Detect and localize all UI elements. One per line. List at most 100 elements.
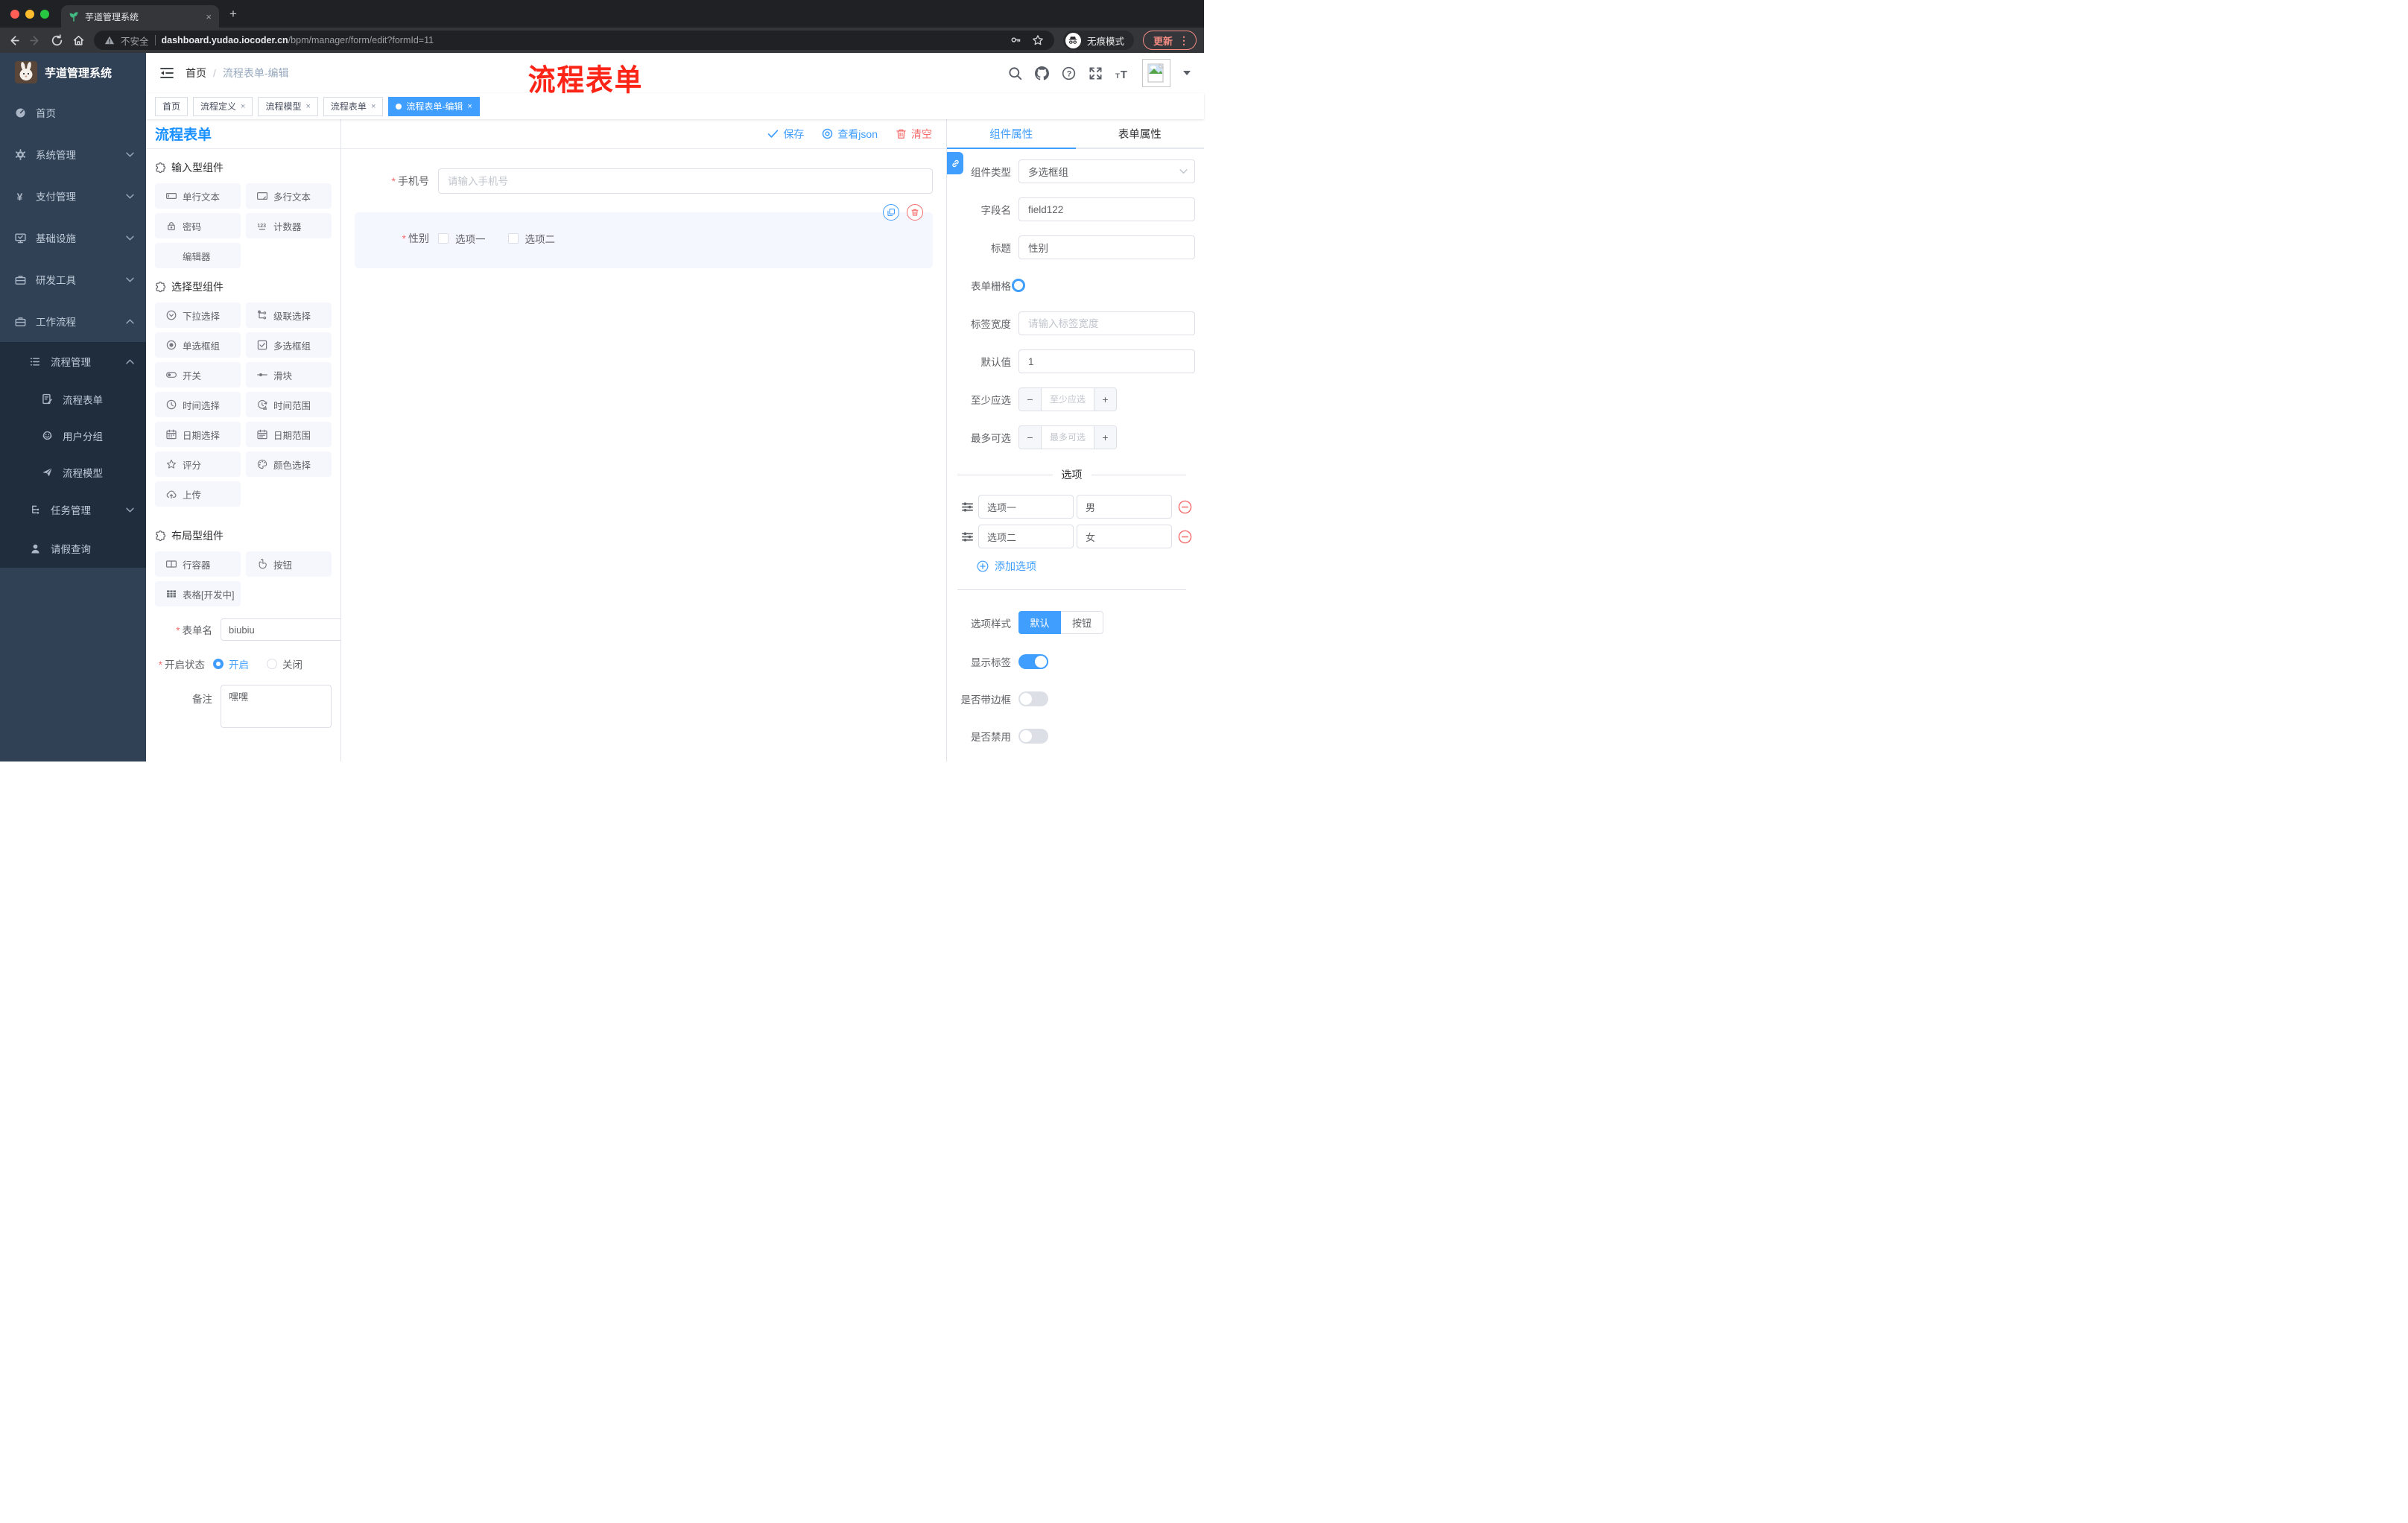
sidebar-item-process-mgmt[interactable]: 流程管理	[0, 342, 146, 381]
decrease-button[interactable]: −	[1019, 426, 1042, 449]
drag-handle-icon[interactable]	[961, 531, 974, 543]
new-tab-button[interactable]: +	[229, 7, 237, 22]
slider-handle[interactable]	[1012, 279, 1025, 292]
gender-option-2[interactable]: 选项二	[507, 231, 555, 246]
palette-item-single-text[interactable]: 单行文本	[155, 183, 241, 209]
font-size-icon[interactable]: TT	[1115, 66, 1129, 80]
tab-component-props[interactable]: 组件属性	[947, 119, 1076, 149]
sidebar-item-process-form[interactable]: 流程表单	[0, 381, 146, 417]
palette-item-date-picker[interactable]: 日期选择	[155, 422, 241, 447]
decrease-button[interactable]: −	[1019, 388, 1042, 411]
reload-icon[interactable]	[51, 34, 63, 47]
home-icon[interactable]	[72, 34, 85, 47]
palette-item-time-picker[interactable]: 时间选择	[155, 392, 241, 417]
remove-option-icon[interactable]	[1178, 530, 1192, 544]
palette-item-rate[interactable]: 评分	[155, 452, 241, 477]
bookmark-star-icon[interactable]	[1032, 34, 1044, 46]
field-name-input[interactable]	[1018, 197, 1195, 221]
increase-button[interactable]: +	[1094, 426, 1116, 449]
tab-form-props[interactable]: 表单属性	[1075, 119, 1204, 149]
option-value-input[interactable]	[1077, 495, 1172, 519]
back-icon[interactable]	[7, 34, 20, 47]
label-width-input[interactable]	[1018, 311, 1195, 335]
palette-item-switch[interactable]: 开关	[155, 362, 241, 387]
drag-handle-icon[interactable]	[961, 501, 974, 513]
close-window-button[interactable]	[10, 9, 19, 19]
tag-process-form-edit[interactable]: 流程表单-编辑 ×	[388, 96, 480, 116]
fullscreen-icon[interactable]	[1089, 66, 1103, 80]
palette-item-upload[interactable]: 上传	[155, 481, 241, 507]
tag-process-model[interactable]: 流程模型 ×	[258, 96, 318, 116]
palette-item-select[interactable]: 下拉选择	[155, 303, 241, 328]
option-value-input[interactable]	[1077, 525, 1172, 548]
palette-item-textarea[interactable]: 多行文本	[246, 183, 332, 209]
checkbox-icon[interactable]	[507, 233, 519, 244]
form-remark-textarea[interactable]: 嘿嘿	[221, 685, 332, 728]
app-logo[interactable]: 芋道管理系统	[0, 53, 146, 92]
palette-item-button[interactable]: 按钮	[246, 551, 332, 577]
max-select-input[interactable]	[1042, 426, 1094, 449]
minimize-window-button[interactable]	[25, 9, 34, 19]
github-icon[interactable]	[1035, 66, 1049, 80]
sidebar-item-system[interactable]: 系统管理	[0, 133, 146, 175]
sidebar-item-workflow[interactable]: 工作流程	[0, 300, 146, 342]
page-url[interactable]: dashboard.yudao.iocoder.cn/bpm/manager/f…	[162, 35, 434, 45]
show-label-toggle[interactable]	[1018, 654, 1048, 669]
palette-item-color-picker[interactable]: 颜色选择	[246, 452, 332, 477]
view-json-button[interactable]: 查看json	[822, 127, 878, 142]
zoom-window-button[interactable]	[40, 9, 49, 19]
avatar-caret-icon[interactable]	[1183, 71, 1191, 75]
option-text-input[interactable]	[978, 495, 1074, 519]
status-radio-off[interactable]: 关闭	[267, 656, 302, 671]
add-option-button[interactable]: 添加选项	[977, 559, 1195, 574]
checkbox-icon[interactable]	[438, 233, 449, 244]
style-default-button[interactable]: 默认	[1018, 611, 1061, 634]
option-text-input[interactable]	[978, 525, 1074, 548]
palette-item-counter[interactable]: 123 计数器	[246, 213, 332, 238]
default-value-input[interactable]	[1018, 349, 1195, 373]
avatar[interactable]	[1142, 59, 1170, 87]
collapse-sidebar-icon[interactable]	[159, 66, 174, 80]
tag-close-icon[interactable]: ×	[467, 102, 472, 111]
browser-tab[interactable]: 芋道管理系统 ×	[61, 5, 219, 28]
phone-input[interactable]	[438, 168, 933, 194]
breadcrumb-home[interactable]: 首页	[186, 66, 206, 80]
forward-icon[interactable]	[29, 34, 42, 47]
palette-item-checkbox-group[interactable]: 多选框组	[246, 332, 332, 358]
status-radio-on[interactable]: 开启	[213, 656, 249, 671]
remove-option-icon[interactable]	[1178, 500, 1192, 514]
tag-process-definition[interactable]: 流程定义 ×	[193, 96, 253, 116]
style-button-button[interactable]: 按钮	[1061, 611, 1103, 634]
window-controls[interactable]	[10, 9, 49, 19]
form-name-input[interactable]	[221, 618, 340, 641]
clear-button[interactable]: 清空	[896, 127, 932, 142]
sidebar-item-leave-query[interactable]: 请假查询	[0, 529, 146, 568]
component-type-select[interactable]	[1018, 159, 1195, 183]
palette-item-cascader[interactable]: 级联选择	[246, 303, 332, 328]
gender-option-1[interactable]: 选项一	[438, 231, 486, 246]
palette-item-row-container[interactable]: 行容器	[155, 551, 241, 577]
sidebar-item-task-mgmt[interactable]: 任务管理	[0, 490, 146, 529]
selected-checkbox-component[interactable]: * 性别 选项一 选项二	[355, 212, 933, 268]
sidebar-item-process-model[interactable]: 流程模型	[0, 454, 146, 490]
palette-item-radio-group[interactable]: 单选框组	[155, 332, 241, 358]
address-bar[interactable]: 不安全 dashboard.yudao.iocoder.cn/bpm/manag…	[94, 31, 1054, 50]
tag-close-icon[interactable]: ×	[371, 102, 376, 111]
password-key-icon[interactable]	[1010, 34, 1021, 45]
palette-item-time-range[interactable]: 时间范围	[246, 392, 332, 417]
copy-component-button[interactable]	[883, 204, 899, 221]
disabled-toggle[interactable]	[1018, 729, 1048, 744]
sidebar-item-home[interactable]: 首页	[0, 92, 146, 133]
search-icon[interactable]	[1008, 66, 1022, 80]
sidebar-item-infra[interactable]: 基础设施	[0, 217, 146, 259]
sidebar-item-user-group[interactable]: 用户分组	[0, 417, 146, 454]
save-button[interactable]: 保存	[767, 127, 804, 142]
increase-button[interactable]: +	[1094, 388, 1116, 411]
browser-menu-icon[interactable]: ⋮	[1179, 34, 1189, 47]
tag-home[interactable]: 首页	[155, 96, 188, 116]
sidebar-item-devtools[interactable]: 研发工具	[0, 259, 146, 300]
delete-component-button[interactable]	[907, 204, 923, 221]
palette-item-password[interactable]: 密码	[155, 213, 241, 238]
palette-item-table[interactable]: 表格[开发中]	[155, 581, 241, 607]
palette-item-editor[interactable]: 编辑器	[155, 243, 241, 268]
